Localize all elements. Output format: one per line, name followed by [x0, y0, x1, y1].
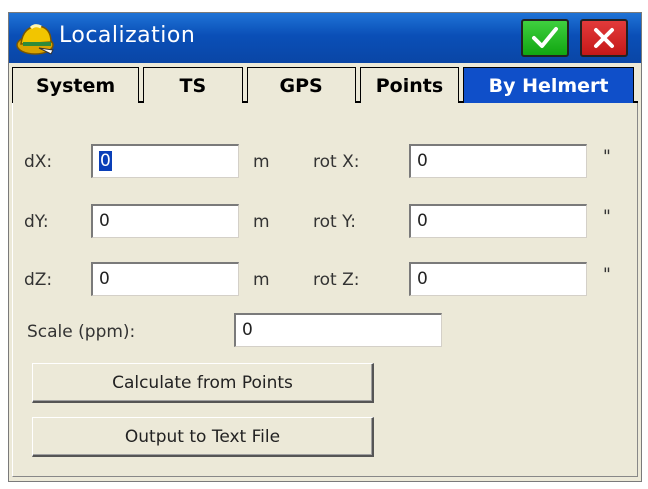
- helmert-panel: dX: 0 m rot X: 0 " dY: 0 m rot Y: 0 " dZ…: [12, 103, 638, 477]
- dx-label: dX:: [24, 152, 53, 172]
- rotz-value: 0: [417, 269, 428, 289]
- roty-label: rot Y:: [313, 212, 356, 232]
- close-button[interactable]: [580, 19, 628, 57]
- calculate-label: Calculate from Points: [112, 372, 293, 393]
- checkmark-icon: [532, 27, 558, 48]
- tab-ts[interactable]: TS: [143, 67, 243, 103]
- tab-gps[interactable]: GPS: [246, 67, 356, 103]
- dz-field[interactable]: 0: [91, 262, 239, 296]
- rotz-unit: ": [603, 265, 611, 285]
- dx-unit: m: [253, 152, 270, 172]
- rotz-label: rot Z:: [313, 270, 360, 290]
- roty-value: 0: [417, 211, 428, 231]
- tab-label: GPS: [279, 74, 323, 97]
- tab-label: Points: [375, 74, 444, 97]
- window-title: Localization: [59, 23, 196, 48]
- dz-unit: m: [253, 270, 270, 290]
- localization-window: Localization System TS GPS Points By Hel…: [8, 12, 642, 482]
- surveyor-helmet-icon: [13, 18, 57, 58]
- rotx-label: rot X:: [313, 152, 360, 172]
- dx-value: 0: [99, 151, 112, 171]
- dy-unit: m: [253, 212, 270, 232]
- tab-system[interactable]: System: [12, 67, 140, 103]
- tab-points[interactable]: Points: [359, 67, 460, 103]
- dy-value: 0: [99, 211, 110, 231]
- roty-field[interactable]: 0: [409, 204, 587, 238]
- scale-field[interactable]: 0: [234, 313, 442, 347]
- rotz-field[interactable]: 0: [409, 262, 587, 296]
- roty-unit: ": [603, 207, 611, 227]
- scale-value: 0: [242, 320, 253, 340]
- rotx-field[interactable]: 0: [409, 144, 587, 178]
- tab-label: System: [36, 74, 116, 97]
- ok-button[interactable]: [521, 19, 569, 57]
- calculate-from-points-button[interactable]: Calculate from Points: [32, 363, 374, 403]
- tab-label: By Helmert: [488, 74, 609, 97]
- rotx-unit: ": [603, 147, 611, 167]
- dz-value: 0: [99, 269, 110, 289]
- output-to-text-file-button[interactable]: Output to Text File: [32, 417, 374, 457]
- title-bar: Localization: [9, 13, 641, 63]
- output-label: Output to Text File: [124, 426, 281, 447]
- dz-label: dZ:: [24, 270, 53, 290]
- dy-field[interactable]: 0: [91, 204, 239, 238]
- close-icon: [594, 28, 614, 48]
- scale-label: Scale (ppm):: [27, 322, 136, 342]
- dx-field[interactable]: 0: [91, 144, 239, 178]
- rotx-value: 0: [417, 151, 428, 171]
- tab-by-helmert[interactable]: By Helmert: [463, 67, 634, 103]
- tab-bar: System TS GPS Points By Helmert: [12, 67, 638, 103]
- dy-label: dY:: [24, 212, 49, 232]
- tab-label: TS: [179, 74, 207, 97]
